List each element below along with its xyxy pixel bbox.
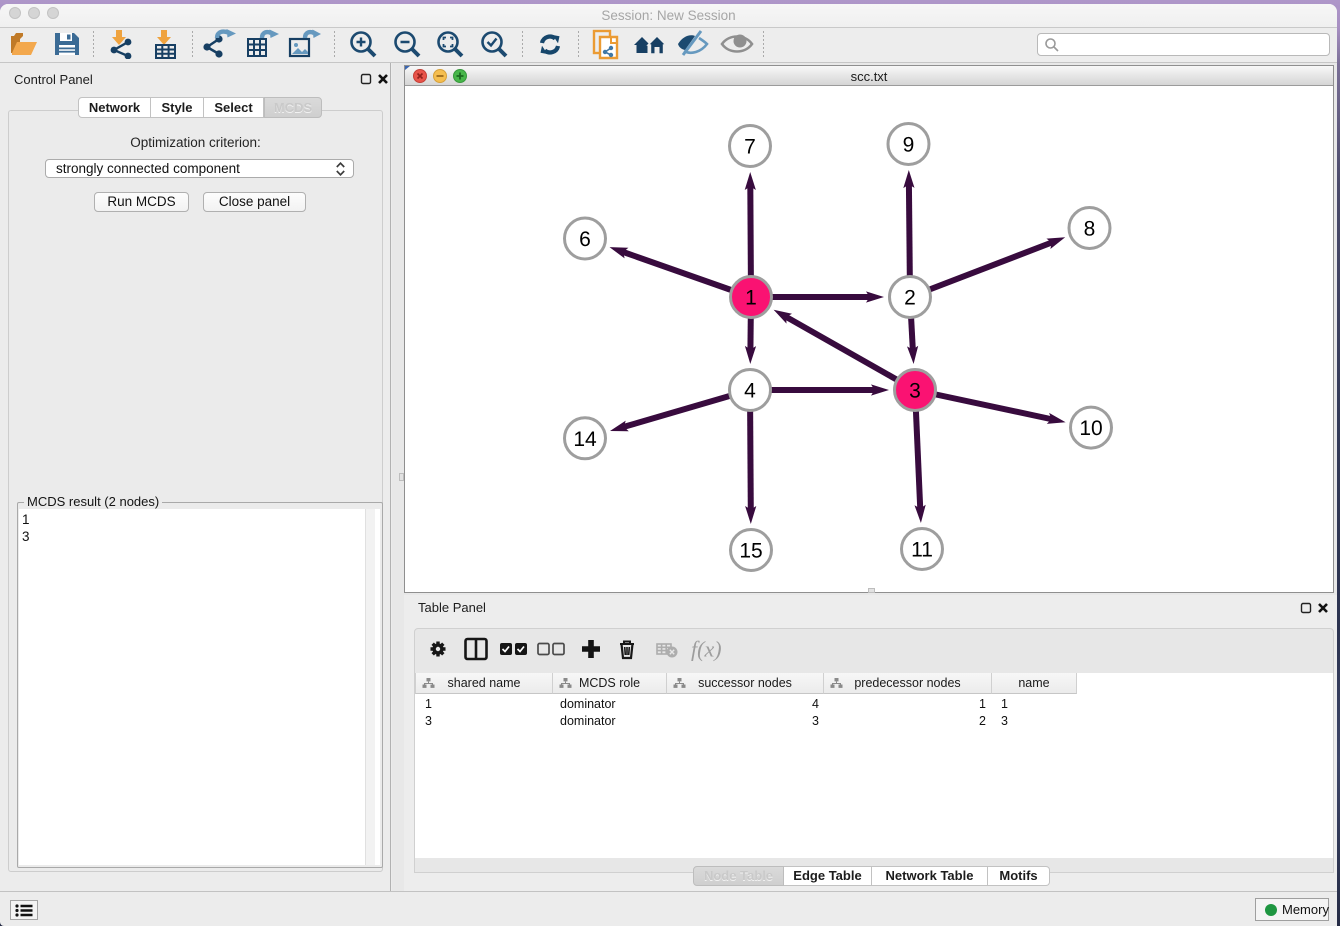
- svg-text:4: 4: [744, 380, 756, 403]
- svg-text:f(x): f(x): [691, 637, 722, 662]
- svg-text:7: 7: [744, 136, 756, 159]
- svg-text:6: 6: [579, 228, 591, 251]
- svg-text:3: 3: [909, 380, 921, 403]
- svg-text:9: 9: [903, 134, 915, 157]
- svg-text:15: 15: [739, 540, 762, 563]
- svg-text:10: 10: [1079, 417, 1102, 440]
- svg-text:11: 11: [911, 539, 933, 562]
- svg-text:1: 1: [745, 287, 757, 310]
- svg-text:8: 8: [1084, 218, 1096, 241]
- svg-text:14: 14: [573, 428, 597, 451]
- svg-text:2: 2: [904, 287, 916, 310]
